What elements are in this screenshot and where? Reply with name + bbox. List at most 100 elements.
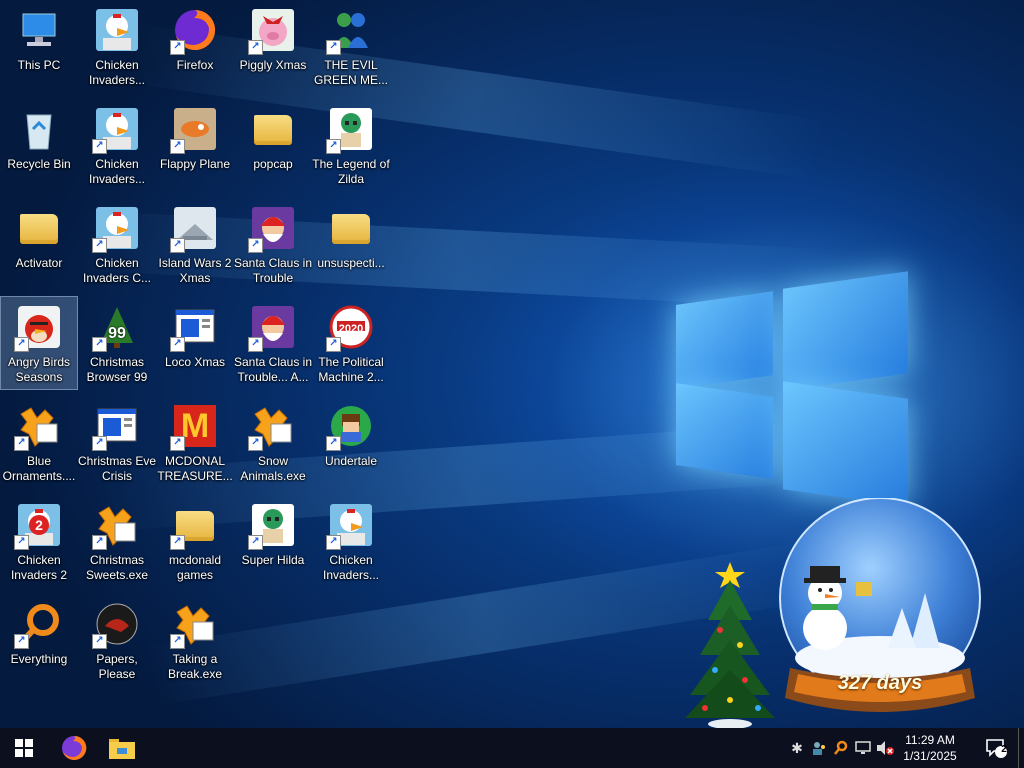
chicken-invaders-2-badge: 2	[29, 515, 49, 535]
desktop-icon-label: Loco Xmas	[164, 355, 226, 369]
desktop-icon-christmas-eve-crisis[interactable]: ↗ Christmas Eve Crisis	[77, 396, 157, 488]
snow-globe-gadget[interactable]: 327 days	[770, 497, 990, 723]
desktop-icon-this-pc[interactable]: This PC	[1, 0, 77, 92]
people-icon[interactable]	[808, 728, 830, 768]
volume-muted-icon[interactable]	[874, 728, 896, 768]
messenger-icon: ↗	[326, 6, 375, 55]
desktop-icon-angry-birds-seasons[interactable]: ↗ Angry Birds Seasons	[0, 296, 78, 390]
desktop-icon-santa-claus-in-trouble-a[interactable]: ↗ Santa Claus in Trouble... A...	[233, 297, 313, 389]
desktop-icon-unsuspecti[interactable]: unsuspecti...	[313, 198, 389, 290]
desktop-icon-island-wars-2-xmas[interactable]: ↗ Island Wars 2 Xmas	[157, 198, 233, 290]
desktop-icon-chicken-invaders[interactable]: ↗ Chicken Invaders...	[313, 495, 389, 587]
desktop-icon-chicken-invaders-c[interactable]: ↗ Chicken Invaders C...	[79, 198, 155, 290]
desktop-icon-christmas-sweets-exe[interactable]: ↗ Christmas Sweets.exe	[79, 495, 155, 587]
desktop-icon-undertale[interactable]: ↗ Undertale	[313, 396, 389, 488]
chicken-icon: ↗	[326, 501, 375, 550]
shortcut-arrow-icon: ↗	[248, 337, 263, 352]
desktop-icon-label: The Political Machine 2...	[318, 355, 384, 384]
firefox-icon	[62, 735, 87, 760]
desktop-icon-snow-animals-exe[interactable]: ↗ Snow Animals.exe	[235, 396, 311, 488]
notification-count: 2	[1001, 744, 1007, 755]
shortcut-arrow-icon: ↗	[170, 337, 185, 352]
folder-icon	[327, 204, 375, 252]
shortcut-arrow-icon: ↗	[92, 436, 107, 451]
search-tray-icon[interactable]	[830, 728, 852, 768]
exe-icon: ↗	[170, 600, 219, 649]
desktop-icon-label: Christmas Eve Crisis	[77, 454, 157, 483]
undertale-icon: ↗	[326, 402, 375, 451]
taskbar-firefox-button[interactable]	[50, 728, 98, 768]
search-icon: ↗	[14, 600, 63, 649]
desktop[interactable]: This PC Chicken Invaders... ↗ Firefox ↗ Piggl…	[0, 0, 1024, 728]
desktop-icon-label: Taking a Break.exe	[167, 652, 223, 681]
desktop-icon-christmas-browser-99[interactable]: 99 ↗ Christmas Browser 99	[79, 297, 155, 389]
desktop-icon-label: Firefox	[176, 58, 214, 72]
shortcut-arrow-icon: ↗	[14, 535, 29, 550]
sparkle-icon[interactable]: ✱	[786, 728, 808, 768]
shortcut-arrow-icon: ↗	[14, 337, 29, 352]
shortcut-arrow-icon: ↗	[92, 238, 107, 253]
desktop-icon-super-hilda[interactable]: ↗ Super Hilda	[235, 495, 311, 587]
game-icon: ↗	[326, 105, 375, 154]
action-center-button[interactable]: 2	[978, 728, 1014, 768]
shortcut-arrow-icon: ↗	[326, 436, 341, 451]
folder-icon	[15, 204, 63, 252]
desktop-icon-papers-please[interactable]: ↗ Papers, Please	[79, 594, 155, 686]
christmas-tree-gadget[interactable]	[680, 560, 780, 728]
desktop-icon-mcdonald-games[interactable]: ↗ mcdonald games	[157, 495, 233, 587]
desktop-icon-label: Chicken Invaders...	[88, 58, 146, 87]
file-explorer-icon	[109, 739, 135, 759]
window-icon: ↗	[170, 303, 219, 352]
desktop-icon-chicken-invaders[interactable]: ↗ Chicken Invaders...	[79, 99, 155, 191]
taskbar-file-explorer-button[interactable]	[98, 728, 146, 768]
system-clock[interactable]: 11:29 AM 1/31/2025	[894, 732, 966, 764]
network-icon[interactable]	[852, 728, 874, 768]
desktop-icon-piggly-xmas[interactable]: ↗ Piggly Xmas	[235, 0, 311, 92]
desktop-icon-label: Christmas Browser 99	[86, 355, 148, 384]
shortcut-arrow-icon: ↗	[170, 238, 185, 253]
show-desktop-button[interactable]	[1018, 728, 1024, 768]
shortcut-arrow-icon: ↗	[92, 535, 107, 550]
desktop-icon-mcdonal-treasure[interactable]: M ↗ MCDONAL TREASURE...	[157, 396, 233, 488]
desktop-icon-taking-a-break-exe[interactable]: ↗ Taking a Break.exe	[157, 594, 233, 686]
desktop-icon-popcap[interactable]: popcap	[235, 99, 311, 191]
shortcut-arrow-icon: ↗	[92, 634, 107, 649]
desktop-icon-firefox[interactable]: ↗ Firefox	[157, 0, 233, 92]
desktop-icon-label: Santa Claus in Trouble... A...	[233, 355, 313, 384]
desktop-icon-the-evil-green-me[interactable]: ↗ THE EVIL GREEN ME...	[313, 0, 389, 92]
desktop-icon-the-political-machine-2[interactable]: 2020 ↗ The Political Machine 2...	[313, 297, 389, 389]
desktop-icon-everything[interactable]: ↗ Everything	[1, 594, 77, 686]
shortcut-arrow-icon: ↗	[170, 40, 185, 55]
clock-time: 11:29 AM	[905, 733, 955, 747]
desktop-icon-recycle-bin[interactable]: Recycle Bin	[1, 99, 77, 191]
chicken-icon	[93, 6, 141, 54]
desktop-icon-chicken-invaders-2[interactable]: 2 ↗ Chicken Invaders 2	[1, 495, 77, 587]
start-button[interactable]	[0, 728, 48, 768]
desktop-icon-activator[interactable]: Activator	[1, 198, 77, 290]
desktop-icon-the-legend-of-zilda[interactable]: ↗ The Legend of Zilda	[312, 99, 390, 191]
desktop-icon-label: The Legend of Zilda	[312, 157, 390, 186]
shortcut-arrow-icon: ↗	[248, 40, 263, 55]
desktop-icon-santa-claus-in-trouble[interactable]: ↗ Santa Claus in Trouble	[233, 198, 313, 290]
shortcut-arrow-icon: ↗	[326, 535, 341, 550]
desktop-icon-flappy-plane[interactable]: ↗ Flappy Plane	[157, 99, 233, 191]
shortcut-arrow-icon: ↗	[92, 337, 107, 352]
desktop-icon-chicken-invaders[interactable]: Chicken Invaders...	[79, 0, 155, 92]
exe-icon: ↗	[248, 402, 297, 451]
shortcut-arrow-icon: ↗	[14, 436, 29, 451]
desktop-icon-blue-ornaments[interactable]: ↗ Blue Ornaments....	[1, 396, 77, 488]
desktop-icon-label: Piggly Xmas	[239, 58, 307, 72]
desktop-icon-label: Recycle Bin	[7, 157, 71, 171]
shortcut-arrow-icon: ↗	[248, 238, 263, 253]
shortcut-arrow-icon: ↗	[14, 634, 29, 649]
computer-icon	[15, 6, 63, 54]
clock-date: 1/31/2025	[903, 749, 957, 763]
desktop-icon-label: Chicken Invaders...	[322, 553, 380, 582]
desktop-icon-label: mcdonald games	[168, 553, 222, 582]
pig-icon: ↗	[248, 6, 297, 55]
papers-icon: ↗	[92, 600, 141, 649]
folder-icon	[249, 105, 297, 153]
plane-icon: ↗	[170, 105, 219, 154]
desktop-icon-label: Santa Claus in Trouble	[233, 256, 313, 285]
desktop-icon-loco-xmas[interactable]: ↗ Loco Xmas	[157, 297, 233, 389]
